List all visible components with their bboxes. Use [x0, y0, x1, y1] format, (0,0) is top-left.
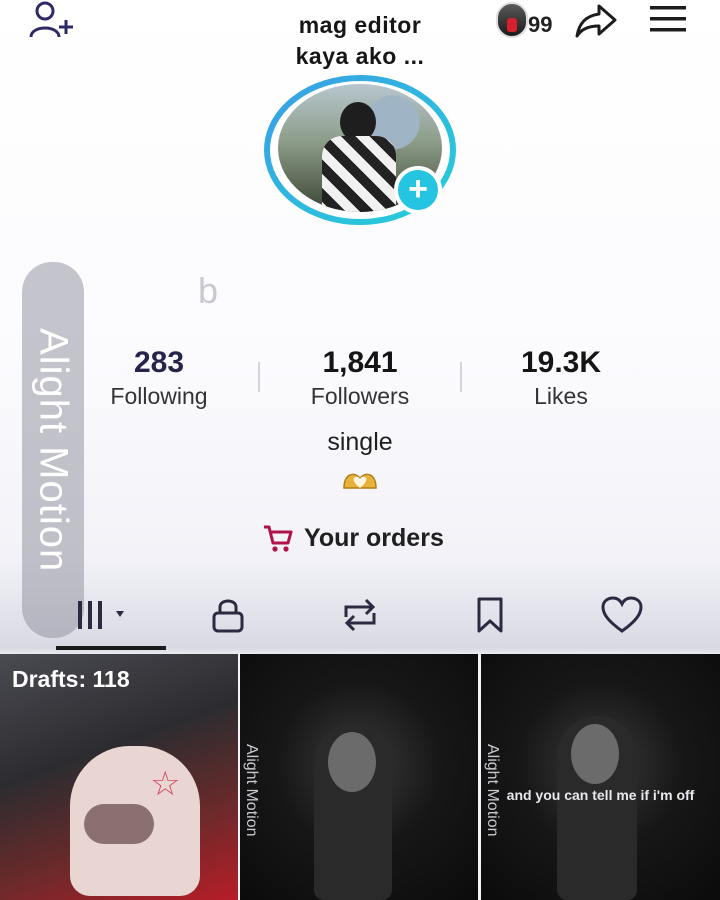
share-arrow-icon — [575, 4, 617, 38]
bookmark-icon — [477, 597, 503, 633]
username-line-2: kaya ako ... — [295, 43, 425, 69]
likes-stat[interactable]: 19.3K Likes — [476, 346, 646, 412]
tab-reposts[interactable] — [330, 594, 390, 636]
tab-favorites[interactable] — [460, 594, 520, 636]
add-friend-button[interactable] — [26, 0, 78, 42]
followers-count: 1,841 — [322, 346, 398, 379]
following-stat[interactable]: 283 Following — [74, 346, 244, 412]
person-plus-icon — [29, 1, 73, 38]
display-name-fragment: b — [198, 270, 219, 311]
your-orders-link[interactable]: Your orders — [262, 520, 444, 556]
stat-divider — [258, 362, 260, 392]
repost-icon — [344, 598, 376, 632]
cart-icon — [264, 525, 293, 552]
alight-motion-watermark: Alight Motion — [484, 744, 501, 837]
bio-text: single — [327, 428, 393, 456]
alight-motion-watermark: Alight Motion — [31, 327, 76, 573]
lock-icon — [212, 599, 244, 633]
your-orders-label: Your orders — [304, 523, 444, 552]
profile-username[interactable]: mag editor kaya ako ... — [240, 10, 480, 72]
stat-divider — [460, 362, 462, 392]
likes-count: 19.3K — [520, 346, 602, 379]
add-story-button[interactable]: + — [394, 166, 442, 214]
followers-stat[interactable]: 1,841 Followers — [275, 346, 445, 412]
following-count: 283 — [133, 346, 185, 379]
active-tab-indicator — [56, 646, 166, 650]
video-caption: and you can tell me if i'm off — [506, 787, 695, 803]
hamburger-menu-icon — [650, 6, 686, 32]
alight-motion-watermark: Alight Motion — [243, 744, 260, 837]
heart-hands-emoji — [343, 473, 377, 489]
menu-button[interactable] — [646, 2, 690, 36]
followers-label: Followers — [310, 383, 410, 409]
video-thumbnail[interactable]: Alight Motion and you can tell me if i'm… — [481, 654, 720, 900]
notification-count: 99 — [528, 12, 553, 37]
story-avatar-button[interactable]: 99 — [496, 2, 560, 40]
following-label: Following — [110, 383, 208, 409]
mini-avatar — [496, 2, 528, 38]
tab-private[interactable] — [198, 594, 258, 636]
share-button[interactable] — [572, 0, 620, 42]
video-thumbnail[interactable]: ☆ Drafts: 118 — [0, 654, 238, 900]
likes-label: Likes — [534, 383, 588, 409]
tab-videos[interactable] — [72, 594, 132, 636]
tab-liked[interactable] — [592, 594, 652, 636]
video-thumbnail[interactable]: Alight Motion — [240, 654, 478, 900]
heart-icon — [601, 596, 643, 633]
drafts-count: Drafts: 118 — [12, 666, 130, 692]
username-line-1: mag editor — [298, 12, 422, 38]
grid-icon — [78, 601, 124, 629]
